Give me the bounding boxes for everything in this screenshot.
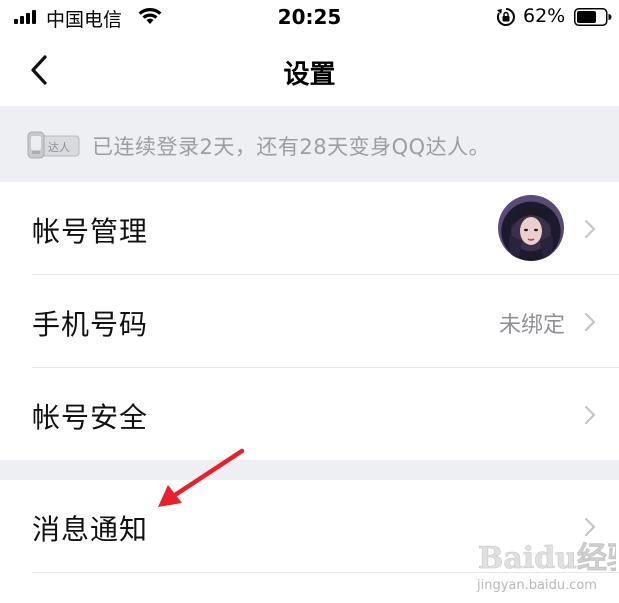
watermark-url: jingyan.baidu.com [477,578,597,593]
status-bar: 中国电信 20:25 62% [0,0,619,36]
battery-icon [574,8,612,26]
row-phone-number[interactable]: 手机号码 未绑定 [0,275,619,368]
daren-banner[interactable]: 达人 已连续登录2天，还有28天变身QQ达人。 [0,106,619,182]
row-label: 消息通知 [32,513,149,546]
rotation-lock-icon [496,8,515,26]
row-label: 帐号管理 [32,215,149,248]
phone-binding-status: 未绑定 [498,313,565,338]
daren-badge-icon: 达人 [27,131,80,159]
navigation-bar: 设置 [0,36,619,106]
red-arrow-annotation [158,448,245,507]
chevron-right-icon [584,405,596,425]
settings-screen: 中国电信 20:25 62% 设置 达人 已连续登录2天，还有28天变身QQ达人… [0,0,619,603]
row-label: 帐号安全 [32,401,149,434]
chevron-right-icon [584,219,596,239]
row-label: 手机号码 [32,308,149,341]
section-separator [0,460,619,480]
chevron-right-icon [584,312,596,332]
battery-percent: 62% [523,5,566,27]
row-account-security[interactable]: 帐号安全 [0,368,619,461]
settings-group-account: 帐号管理 手机号码 未绑定 帐号安全 [0,182,619,461]
row-account-management[interactable]: 帐号管理 [0,182,619,275]
page-title: 设置 [283,60,336,90]
daren-badge-text: 达人 [48,141,70,154]
avatar [498,195,564,261]
banner-text: 已连续登录2天，还有28天变身QQ达人。 [92,135,491,159]
watermark-brand: Baidu经验 [478,541,616,576]
